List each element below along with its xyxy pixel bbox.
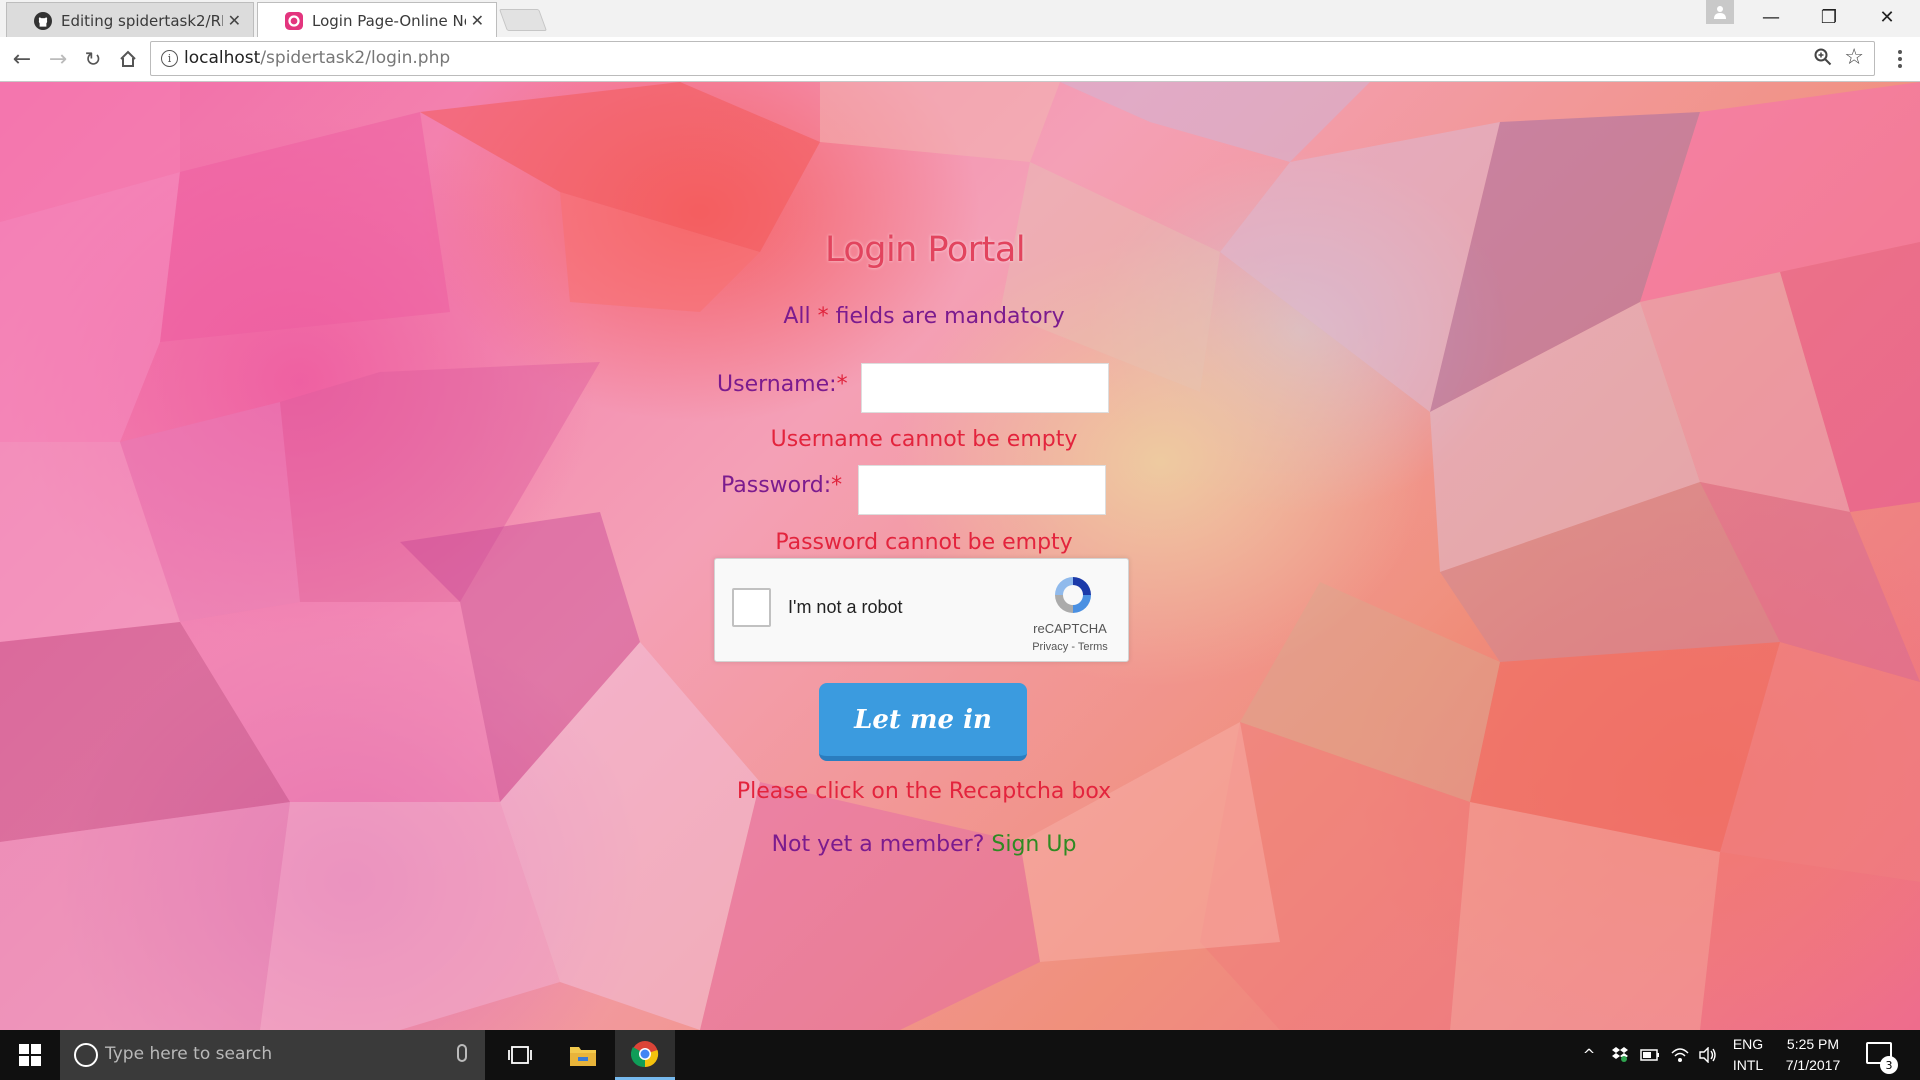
home-icon[interactable] (114, 45, 142, 73)
taskbar-search[interactable]: Type here to search (60, 1030, 485, 1080)
required-star: * (836, 372, 848, 397)
clock-date: 7/1/2017 (1785, 1057, 1841, 1073)
browser-toolbar: ← → ↻ i localhost/spidertask2/login.php … (0, 37, 1920, 82)
start-button[interactable] (0, 1030, 60, 1080)
signup-link[interactable]: Sign Up (991, 832, 1076, 857)
back-arrow-icon[interactable]: ← (8, 45, 36, 73)
username-label: Username:* (717, 372, 848, 397)
recaptcha-widget: I'm not a robot reCAPTCHA Privacy - Term… (714, 558, 1129, 662)
username-field[interactable] (861, 363, 1109, 413)
recaptcha-brand: reCAPTCHA (1033, 621, 1107, 636)
person-icon (1714, 6, 1726, 19)
password-label: Password:* (721, 473, 843, 498)
required-star: * (831, 473, 843, 498)
signup-prompt: Not yet a member? Sign Up (771, 832, 1077, 857)
wifi-icon[interactable] (1668, 1030, 1692, 1080)
recaptcha-legal: Privacy - Terms (1032, 641, 1108, 653)
windows-logo-icon (19, 1044, 41, 1066)
cortana-icon (74, 1043, 98, 1067)
recaptcha-logo-icon (1055, 577, 1091, 613)
url-path: /spidertask2/login.php (260, 48, 451, 68)
browser-tab-github[interactable]: Editing spidertask2/READ ✕ (6, 2, 254, 37)
clock-time: 5:25 PM (1786, 1036, 1840, 1052)
login-button[interactable]: Let me in (819, 683, 1027, 761)
tab-strip: Editing spidertask2/READ ✕ Login Page-On… (0, 0, 1920, 37)
required-star: * (817, 304, 829, 329)
tray-chevron-icon[interactable]: ^ (1578, 1030, 1600, 1080)
notification-count-badge: 3 (1880, 1056, 1898, 1074)
address-bar[interactable]: i localhost/spidertask2/login.php ☆ (150, 41, 1875, 76)
recaptcha-label: I'm not a robot (788, 597, 903, 617)
reload-icon[interactable]: ↻ (79, 45, 107, 73)
close-tab-icon[interactable]: ✕ (471, 11, 484, 30)
password-error: Password cannot be empty (775, 530, 1073, 555)
info-icon[interactable]: i (161, 50, 178, 67)
mandatory-notice: All * fields are mandatory (783, 304, 1065, 329)
terms-link[interactable]: Terms (1078, 641, 1108, 653)
new-tab-button[interactable] (498, 9, 548, 31)
recaptcha-error: Please click on the Recaptcha box (736, 779, 1112, 804)
browser-tab-login[interactable]: Login Page-Online Notic ✕ (257, 2, 497, 37)
privacy-link[interactable]: Privacy (1032, 641, 1068, 653)
restore-button[interactable]: ❐ (1800, 0, 1858, 35)
microphone-icon[interactable] (457, 1044, 467, 1062)
page-title: Login Portal (824, 230, 1026, 270)
task-view-icon[interactable] (490, 1030, 550, 1080)
forward-arrow-icon[interactable]: → (44, 45, 72, 73)
browser-menu-icon[interactable] (1890, 45, 1910, 73)
file-explorer-icon[interactable] (553, 1030, 613, 1080)
profile-button[interactable] (1706, 0, 1734, 24)
close-window-button[interactable]: ✕ (1858, 0, 1916, 35)
search-placeholder: Type here to search (105, 1044, 273, 1064)
chrome-icon[interactable] (615, 1030, 675, 1080)
bookmark-star-icon[interactable]: ☆ (1844, 45, 1864, 70)
tab-title: Editing spidertask2/READ (61, 11, 223, 30)
password-field[interactable] (858, 465, 1106, 515)
tab-title: Login Page-Online Notic (312, 11, 466, 30)
zoom-icon[interactable] (1814, 48, 1832, 71)
close-tab-icon[interactable]: ✕ (228, 11, 241, 30)
input-language[interactable]: ENG INTL (1728, 1034, 1768, 1076)
username-error: Username cannot be empty (770, 427, 1078, 452)
polygon-background (0, 82, 1920, 1030)
system-clock[interactable]: 5:25 PM 7/1/2017 (1770, 1034, 1856, 1076)
dropbox-icon[interactable] (1608, 1030, 1632, 1080)
battery-icon[interactable] (1638, 1030, 1662, 1080)
windows-taskbar: Type here to search ^ ENG INTL 5:25 PM 7/1… (0, 1030, 1920, 1080)
minimize-button[interactable]: — (1742, 0, 1800, 35)
url-host: localhost (184, 48, 261, 68)
login-page: Login Portal All * fields are mandatory … (0, 82, 1920, 1030)
volume-icon[interactable] (1696, 1030, 1720, 1080)
recaptcha-checkbox[interactable] (732, 588, 771, 627)
